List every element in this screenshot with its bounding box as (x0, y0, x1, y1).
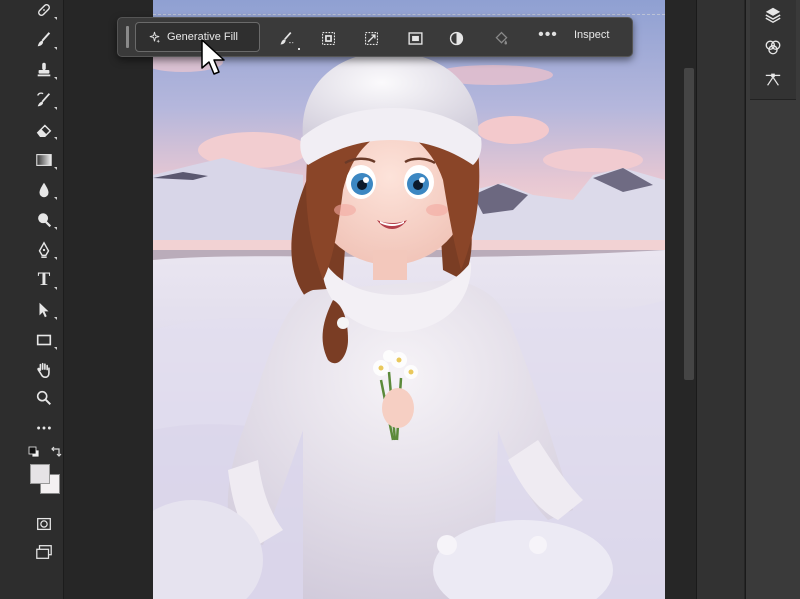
edit-toolbar-icon[interactable] (30, 416, 58, 440)
history-brush-icon[interactable] (30, 88, 58, 112)
gradient-icon[interactable] (30, 148, 58, 172)
blur-icon[interactable] (30, 178, 58, 202)
brush-icon[interactable] (30, 28, 58, 52)
dock-group (750, 0, 796, 100)
dodge-icon[interactable] (30, 208, 58, 232)
scrollbar-thumb[interactable] (684, 68, 694, 380)
drag-handle[interactable] (126, 26, 129, 48)
path-selection-icon[interactable] (30, 298, 58, 322)
mouse-cursor-icon (201, 39, 225, 75)
eraser-icon[interactable] (30, 118, 58, 142)
zoom-icon[interactable] (30, 386, 58, 410)
panel-column (696, 0, 744, 599)
tools-panel: T (0, 0, 64, 599)
transform-selection-icon[interactable] (361, 28, 381, 48)
pen-icon[interactable] (30, 238, 58, 262)
adjustment-layer-icon[interactable] (446, 28, 466, 48)
default-colors-icon[interactable] (28, 446, 40, 458)
invert-selection-icon[interactable] (318, 28, 338, 48)
healing-brush-icon[interactable] (30, 0, 58, 22)
swap-colors-icon[interactable] (50, 446, 62, 458)
type-tool-icon[interactable]: T (30, 268, 58, 292)
more-options-button[interactable]: ••• (538, 27, 558, 47)
sparkle-icon (149, 31, 161, 43)
screen-mode-icon[interactable] (30, 540, 58, 564)
color-swatches (26, 444, 66, 504)
document-canvas (65, 0, 692, 599)
paths-icon[interactable] (762, 68, 784, 90)
rectangle-icon[interactable] (30, 328, 58, 352)
clone-stamp-icon[interactable] (30, 58, 58, 82)
modify-selection-icon[interactable] (276, 28, 300, 50)
canvas-image[interactable] (153, 0, 665, 599)
layers-icon[interactable] (762, 4, 784, 26)
hand-icon[interactable] (30, 358, 58, 382)
selection-marquee (153, 14, 665, 15)
generative-fill-button[interactable]: Generative Fill (135, 22, 260, 52)
quick-mask-icon[interactable] (30, 512, 58, 536)
fill-selection-icon[interactable] (491, 28, 511, 48)
inspect-button[interactable]: Inspect (574, 29, 609, 41)
create-mask-icon[interactable] (405, 28, 425, 48)
panel-dock (745, 0, 800, 599)
channels-icon[interactable] (762, 36, 784, 58)
foreground-color-swatch[interactable] (30, 464, 50, 484)
contextual-task-bar: Generative Fill ••• Inspect (117, 17, 633, 57)
